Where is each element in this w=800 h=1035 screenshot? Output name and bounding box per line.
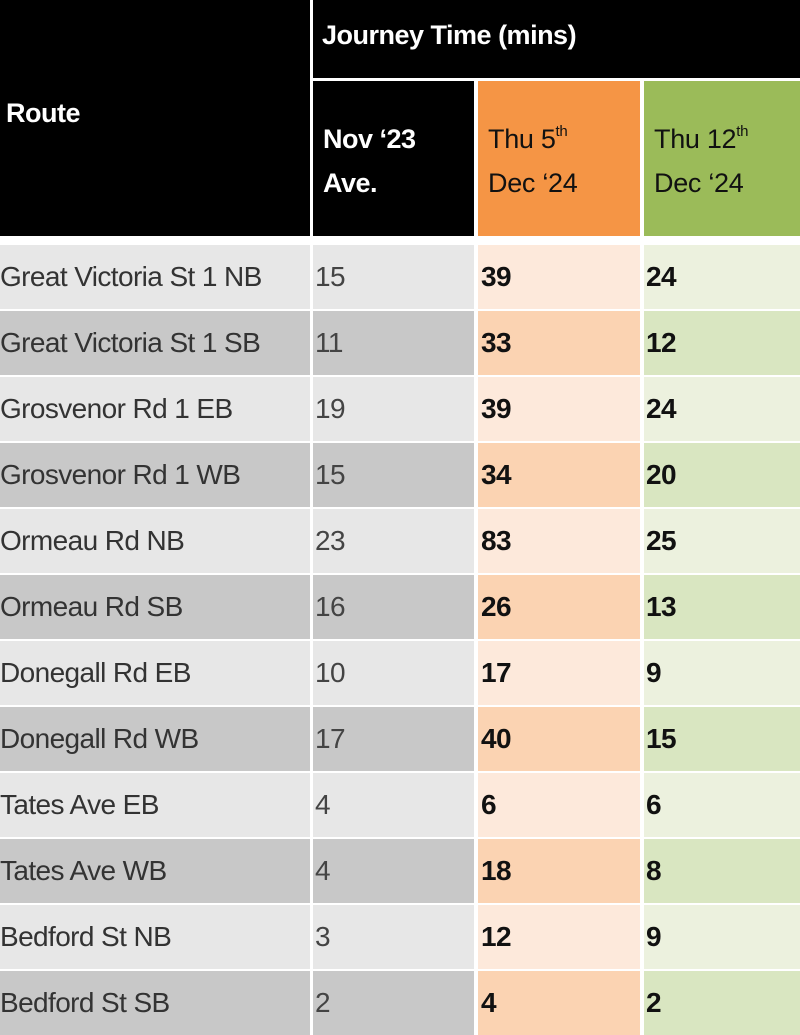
thu5-cell: 26 [478, 575, 640, 639]
table-row: Bedford St NB 3 12 9 [0, 905, 800, 969]
route-cell: Ormeau Rd NB [0, 509, 310, 573]
nov23-cell: 4 [313, 839, 474, 903]
thu5-header-strip [478, 229, 640, 236]
route-cell: Tates Ave EB [0, 773, 310, 837]
thu12-cell: 9 [644, 641, 800, 705]
column-header-thu12: Thu 12th Dec ‘24 [644, 81, 800, 229]
thu12-cell: 25 [644, 509, 800, 573]
thu5-cell: 39 [478, 245, 640, 309]
nov23-header-line2: Ave. [323, 168, 378, 198]
thu12-cell: 8 [644, 839, 800, 903]
nov23-cell: 10 [313, 641, 474, 705]
thu12-header-strip [644, 229, 800, 236]
route-header: Route [0, 0, 310, 236]
nov23-cell: 17 [313, 707, 474, 771]
thu12-cell: 15 [644, 707, 800, 771]
table-row: Donegall Rd WB 17 40 15 [0, 707, 800, 771]
nov23-cell: 19 [313, 377, 474, 441]
table-row: Great Victoria St 1 NB 15 39 24 [0, 245, 800, 309]
route-cell: Ormeau Rd SB [0, 575, 310, 639]
thu12-cell: 20 [644, 443, 800, 507]
thu5-cell: 4 [478, 971, 640, 1035]
thu12-cell: 24 [644, 377, 800, 441]
route-cell: Grosvenor Rd 1 EB [0, 377, 310, 441]
thu12-cell: 12 [644, 311, 800, 375]
thu5-cell: 33 [478, 311, 640, 375]
route-cell: Tates Ave WB [0, 839, 310, 903]
thu5-cell: 34 [478, 443, 640, 507]
nov23-cell: 4 [313, 773, 474, 837]
route-cell: Bedford St SB [0, 971, 310, 1035]
nov23-header-strip [313, 229, 474, 236]
nov23-cell: 16 [313, 575, 474, 639]
table-row: Grosvenor Rd 1 EB 19 39 24 [0, 377, 800, 441]
route-cell: Great Victoria St 1 SB [0, 311, 310, 375]
route-cell: Bedford St NB [0, 905, 310, 969]
nov23-cell: 11 [313, 311, 474, 375]
journey-time-group-header: Journey Time (mins) [313, 0, 800, 78]
thu12-cell: 6 [644, 773, 800, 837]
thu12-cell: 9 [644, 905, 800, 969]
thu12-cell: 2 [644, 971, 800, 1035]
nov23-cell: 2 [313, 971, 474, 1035]
route-cell: Great Victoria St 1 NB [0, 245, 310, 309]
thu5-cell: 17 [478, 641, 640, 705]
thu5-header-line2: Dec ‘24 [488, 168, 578, 198]
thu12-header-line2: Dec ‘24 [654, 168, 744, 198]
thu12-cell: 24 [644, 245, 800, 309]
nov23-cell: 3 [313, 905, 474, 969]
nov23-cell: 15 [313, 245, 474, 309]
table-row: Ormeau Rd SB 16 26 13 [0, 575, 800, 639]
column-header-thu5: Thu 5th Dec ‘24 [478, 81, 640, 229]
nov23-header-line1: Nov ‘23 [323, 124, 416, 154]
table-row: Tates Ave EB 4 6 6 [0, 773, 800, 837]
route-cell: Donegall Rd EB [0, 641, 310, 705]
table-row: Donegall Rd EB 10 17 9 [0, 641, 800, 705]
nov23-cell: 23 [313, 509, 474, 573]
route-cell: Donegall Rd WB [0, 707, 310, 771]
thu12-header-line1: Thu 12th [654, 123, 749, 154]
table-row: Ormeau Rd NB 23 83 25 [0, 509, 800, 573]
thu12-cell: 13 [644, 575, 800, 639]
journey-time-header-label: Journey Time (mins) [322, 20, 577, 50]
thu5-cell: 39 [478, 377, 640, 441]
table-row: Bedford St SB 2 4 2 [0, 971, 800, 1035]
column-header-nov23: Nov ‘23 Ave. [313, 81, 474, 229]
thu5-cell: 18 [478, 839, 640, 903]
table-row: Tates Ave WB 4 18 8 [0, 839, 800, 903]
thu5-cell: 83 [478, 509, 640, 573]
nov23-cell: 15 [313, 443, 474, 507]
route-header-label: Route [6, 98, 81, 128]
table-row: Great Victoria St 1 SB 11 33 12 [0, 311, 800, 375]
thu5-cell: 12 [478, 905, 640, 969]
route-cell: Grosvenor Rd 1 WB [0, 443, 310, 507]
thu5-header-line1: Thu 5th [488, 123, 568, 154]
thu5-cell: 6 [478, 773, 640, 837]
table-row: Grosvenor Rd 1 WB 15 34 20 [0, 443, 800, 507]
thu5-cell: 40 [478, 707, 640, 771]
